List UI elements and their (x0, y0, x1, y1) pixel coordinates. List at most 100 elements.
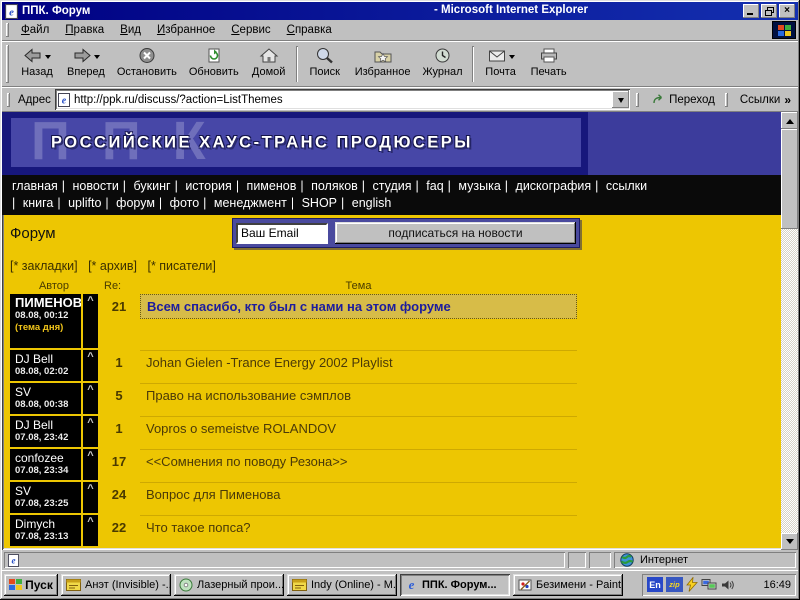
topic-link[interactable]: Vopros o semeistve ROLANDOV (146, 421, 336, 436)
collapse-arrow[interactable]: ^ (83, 350, 98, 381)
scroll-up-button[interactable] (781, 112, 798, 129)
taskbar-task-laser[interactable]: Лазерный прои... (174, 574, 284, 596)
minimize-button[interactable] (743, 4, 759, 18)
url-text[interactable]: http://ppk.ru/discuss/?action=ListThemes (74, 94, 608, 106)
nav-link[interactable]: english (352, 196, 392, 210)
close-button[interactable]: × (779, 4, 795, 18)
menu-grip[interactable] (6, 23, 9, 37)
nav-link[interactable]: новости (73, 179, 119, 193)
links-button[interactable]: Ссылки » (736, 93, 795, 107)
status-zone-pane: Интернет (614, 552, 796, 568)
reply-count: 5 (98, 383, 140, 414)
scroll-down-button[interactable] (781, 533, 798, 550)
mail-button[interactable]: Почта (477, 43, 525, 85)
reply-count: 22 (98, 515, 140, 546)
address-field[interactable]: e http://ppk.ru/discuss/?action=ListThem… (55, 89, 630, 110)
go-grip[interactable] (636, 93, 639, 107)
nav-link[interactable]: студия (373, 179, 412, 193)
archive-link[interactable]: [* архив] (88, 259, 137, 273)
refresh-button[interactable]: Обновить (183, 43, 245, 85)
network-tray-icon[interactable] (701, 578, 717, 591)
ie-page-icon: e (58, 93, 70, 107)
topic-link[interactable]: Вопрос для Пименова (146, 487, 281, 502)
topic-link[interactable]: Всем спасибо, кто был с нами на этом фор… (140, 294, 577, 319)
table-row: confozee 07.08, 23:34 ^ 17 <<Сомнения по… (10, 449, 577, 480)
menu-view[interactable]: Вид (112, 22, 149, 38)
menu-edit[interactable]: Правка (57, 22, 112, 38)
nav-link[interactable]: фото (170, 196, 200, 210)
nav-link[interactable]: музыка (458, 179, 500, 193)
taskbar-task-icq[interactable]: Анэт (Invisible) -... (61, 574, 171, 596)
collapse-arrow[interactable]: ^ (83, 294, 98, 348)
forward-button[interactable]: Вперед (61, 43, 111, 85)
history-button[interactable]: Журнал (416, 43, 468, 85)
home-button[interactable]: Домой (245, 43, 293, 85)
vertical-scrollbar[interactable] (781, 112, 798, 550)
collapse-arrow[interactable]: ^ (83, 416, 98, 447)
bookmarks-link[interactable]: [* закладки] (10, 259, 78, 273)
scrollbar-thumb[interactable] (781, 129, 798, 229)
back-dropdown-icon[interactable] (45, 55, 51, 62)
nav-link[interactable]: поляков (311, 179, 358, 193)
stop-button[interactable]: Остановить (111, 43, 183, 85)
nav-link[interactable]: история (185, 179, 231, 193)
winzip-tray-icon[interactable]: zip (666, 577, 683, 592)
menu-tools[interactable]: Сервис (223, 22, 278, 38)
taskbar-task-indy[interactable]: Indy (Online) - M... (287, 574, 397, 596)
back-button[interactable]: Назад (13, 43, 61, 85)
nav-link[interactable]: пименов (247, 179, 297, 193)
ie-page-icon: e (8, 554, 19, 567)
email-field[interactable] (236, 223, 328, 244)
toolbar-grip[interactable] (6, 45, 9, 83)
menu-file[interactable]: Файл (13, 22, 57, 38)
nav-link[interactable]: uplifto (68, 196, 101, 210)
taskbar-task-browser[interactable]: e ППК. Форум... (400, 574, 510, 596)
go-button[interactable]: Переход (647, 93, 719, 106)
collapse-arrow[interactable]: ^ (83, 482, 98, 513)
print-button[interactable]: Печать (525, 43, 573, 85)
taskbar-clock: 16:49 (763, 579, 791, 591)
collapse-arrow[interactable]: ^ (83, 515, 98, 546)
favorites-button[interactable]: Избранное (349, 43, 417, 85)
restore-button[interactable] (761, 4, 777, 18)
nav-link[interactable]: форум (116, 196, 155, 210)
stop-icon (138, 47, 156, 64)
volume-tray-icon[interactable] (720, 578, 734, 592)
writers-link[interactable]: [* писатели] (147, 259, 215, 273)
go-arrow-icon (651, 93, 665, 106)
menu-help[interactable]: Справка (279, 22, 340, 38)
forward-arrow-icon (72, 47, 92, 64)
collapse-arrow[interactable]: ^ (83, 383, 98, 414)
search-button[interactable]: Поиск (301, 43, 349, 85)
nav-link[interactable]: faq (426, 179, 443, 193)
taskbar-task-paint[interactable]: Безимени - Paint (513, 574, 623, 596)
topic-link[interactable]: Право на использование сэмплов (146, 388, 351, 403)
collapse-arrow[interactable]: ^ (83, 449, 98, 480)
topic-link[interactable]: Johan Gielen -Trance Energy 2002 Playlis… (146, 355, 393, 370)
topic-link[interactable]: Что такое попса? (146, 520, 251, 535)
chevron-right-icon[interactable]: » (784, 93, 791, 107)
scrollbar-track[interactable] (781, 229, 798, 533)
contact-card-icon (292, 579, 307, 591)
language-indicator[interactable]: En (647, 577, 663, 592)
status-zone-label: Интернет (640, 554, 688, 566)
nav-link[interactable]: менеджмент (214, 196, 287, 210)
nav-link[interactable]: дискография (516, 179, 592, 193)
address-grip[interactable] (7, 93, 10, 107)
forward-dropdown-icon[interactable] (94, 55, 100, 62)
nav-link[interactable]: книга (23, 196, 54, 210)
nav-link[interactable]: ссылки (606, 179, 647, 193)
nav-link[interactable]: букинг (134, 179, 171, 193)
nav-link[interactable]: SHOP (302, 196, 337, 210)
lightning-tray-icon[interactable] (686, 577, 698, 592)
ie-throbber-icon (772, 21, 796, 39)
subscribe-button[interactable]: подписаться на новости (335, 222, 576, 244)
address-dropdown-button[interactable] (612, 91, 629, 108)
menu-favorites[interactable]: Избранное (149, 22, 223, 38)
start-button[interactable]: Пуск (4, 574, 58, 596)
topic-link[interactable]: <<Сомнения по поводу Резона>> (146, 454, 347, 469)
nav-link[interactable]: главная (12, 179, 58, 193)
mail-dropdown-icon[interactable] (509, 55, 515, 62)
links-grip[interactable] (725, 93, 728, 107)
svg-text:e: e (9, 6, 14, 18)
